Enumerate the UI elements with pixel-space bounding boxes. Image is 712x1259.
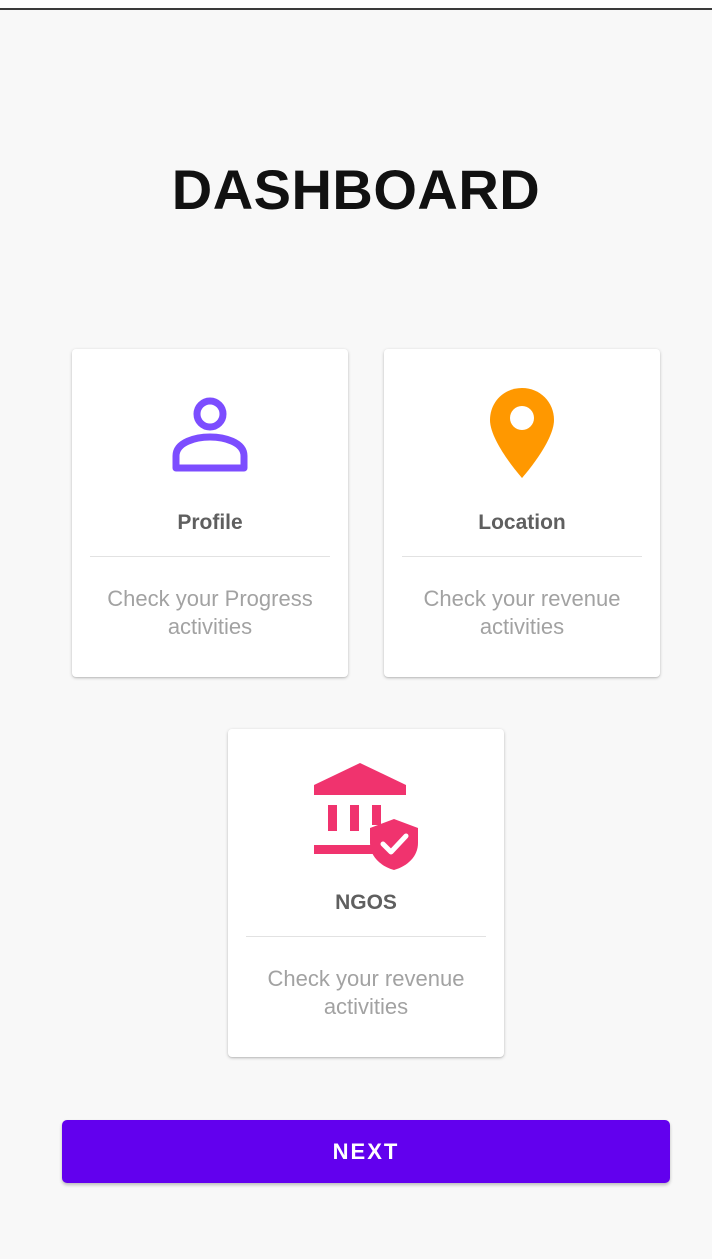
- ngos-label: NGOS: [335, 891, 397, 914]
- location-pin-icon: [490, 388, 554, 478]
- location-divider: [402, 556, 642, 557]
- ngos-description: Check your revenue activities: [267, 966, 465, 1019]
- next-button[interactable]: NEXT: [62, 1120, 670, 1183]
- location-label: Location: [478, 511, 566, 534]
- page-title: DASHBOARD: [171, 158, 541, 221]
- profile-card[interactable]: Profile Check your Progress activities: [72, 349, 348, 677]
- ngos-card[interactable]: NGOS Check your revenue activities: [228, 729, 504, 1057]
- profile-description: Check your Progress activities: [107, 586, 313, 639]
- location-description: Check your revenue activities: [423, 586, 621, 639]
- profile-label: Profile: [177, 511, 243, 534]
- person-icon: [172, 397, 248, 472]
- bank-shield-icon: [314, 763, 418, 870]
- profile-divider: [90, 556, 330, 557]
- window-top-edge: [0, 0, 712, 10]
- location-card[interactable]: Location Check your revenue activities: [384, 349, 660, 677]
- ngos-divider: [246, 936, 486, 937]
